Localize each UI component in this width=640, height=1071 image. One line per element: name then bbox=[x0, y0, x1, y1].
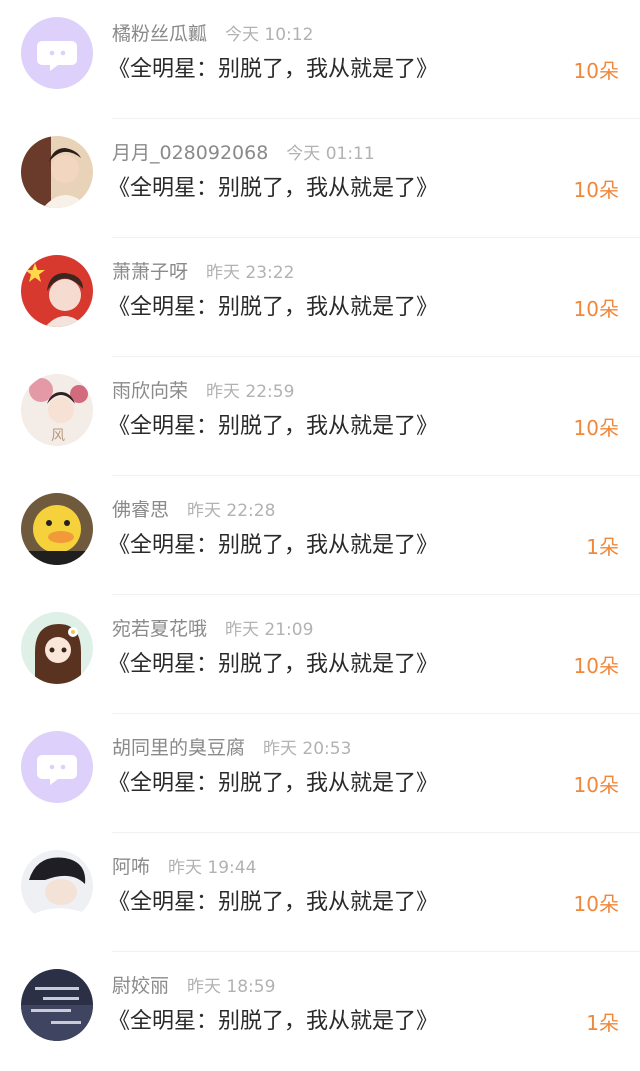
comment-item[interactable]: 尉姣丽 昨天 18:59 《全明星：别脱了，我从就是了》 1朵 bbox=[0, 952, 640, 1071]
default-avatar-icon[interactable] bbox=[21, 731, 93, 803]
user-avatar[interactable] bbox=[21, 255, 93, 327]
comment-meta: 宛若夏花哦 昨天 21:09 bbox=[112, 615, 313, 643]
user-avatar[interactable] bbox=[21, 136, 93, 208]
timestamp: 昨天 23:22 bbox=[206, 263, 295, 283]
username[interactable]: 胡同里的臭豆腐 bbox=[112, 737, 245, 759]
username[interactable]: 月月_028092068 bbox=[112, 142, 268, 164]
username[interactable]: 宛若夏花哦 bbox=[112, 618, 207, 640]
timestamp: 昨天 19:44 bbox=[168, 858, 257, 878]
flower-count: 1朵 bbox=[586, 535, 619, 559]
timestamp: 昨天 18:59 bbox=[187, 977, 276, 997]
comment-item[interactable]: 阿咘 昨天 19:44 《全明星：别脱了，我从就是了》 10朵 bbox=[0, 833, 640, 952]
flower-count: 10朵 bbox=[573, 59, 619, 83]
comment-meta: 胡同里的臭豆腐 昨天 20:53 bbox=[112, 734, 351, 762]
user-avatar[interactable] bbox=[21, 969, 93, 1041]
flower-count: 10朵 bbox=[573, 297, 619, 321]
comment-meta: 佛睿思 昨天 22:28 bbox=[112, 496, 275, 524]
comment-item[interactable]: 月月_028092068 今天 01:11 《全明星：别脱了，我从就是了》 10朵 bbox=[0, 119, 640, 238]
username[interactable]: 佛睿思 bbox=[112, 499, 169, 521]
comment-meta: 雨欣向荣 昨天 22:59 bbox=[112, 377, 294, 405]
comment-text: 《全明星：别脱了，我从就是了》 bbox=[108, 414, 439, 439]
comment-meta: 月月_028092068 今天 01:11 bbox=[112, 139, 375, 167]
timestamp: 今天 10:12 bbox=[225, 25, 314, 45]
flower-count: 10朵 bbox=[573, 178, 619, 202]
flower-count: 10朵 bbox=[573, 654, 619, 678]
default-avatar-icon[interactable] bbox=[21, 17, 93, 89]
comment-text: 《全明星：别脱了，我从就是了》 bbox=[108, 295, 439, 320]
username[interactable]: 尉姣丽 bbox=[112, 975, 169, 997]
comment-item[interactable]: 橘粉丝瓜瓤 今天 10:12 《全明星：别脱了，我从就是了》 10朵 bbox=[0, 0, 640, 119]
flower-count: 1朵 bbox=[586, 1011, 619, 1035]
flower-count: 10朵 bbox=[573, 892, 619, 916]
username[interactable]: 萧萧子呀 bbox=[112, 261, 188, 283]
username[interactable]: 橘粉丝瓜瓤 bbox=[112, 23, 207, 45]
username[interactable]: 阿咘 bbox=[112, 856, 150, 878]
comment-meta: 橘粉丝瓜瓤 今天 10:12 bbox=[112, 20, 313, 48]
user-avatar[interactable] bbox=[21, 493, 93, 565]
comment-item[interactable]: 佛睿思 昨天 22:28 《全明星：别脱了，我从就是了》 1朵 bbox=[0, 476, 640, 595]
comment-meta: 尉姣丽 昨天 18:59 bbox=[112, 972, 275, 1000]
user-avatar[interactable] bbox=[21, 612, 93, 684]
comment-text: 《全明星：别脱了，我从就是了》 bbox=[108, 652, 439, 677]
comment-text: 《全明星：别脱了，我从就是了》 bbox=[108, 890, 439, 915]
comment-text: 《全明星：别脱了，我从就是了》 bbox=[108, 771, 439, 796]
flower-count: 10朵 bbox=[573, 416, 619, 440]
comment-item[interactable]: 萧萧子呀 昨天 23:22 《全明星：别脱了，我从就是了》 10朵 bbox=[0, 238, 640, 357]
svg-text:风: 风 bbox=[51, 428, 65, 444]
comment-item[interactable]: 宛若夏花哦 昨天 21:09 《全明星：别脱了，我从就是了》 10朵 bbox=[0, 595, 640, 714]
flower-count: 10朵 bbox=[573, 773, 619, 797]
timestamp: 昨天 22:59 bbox=[206, 382, 295, 402]
comment-text: 《全明星：别脱了，我从就是了》 bbox=[108, 57, 439, 82]
comment-item[interactable]: 风 雨欣向荣 昨天 22:59 《全明星：别脱了，我从就是了》 10朵 bbox=[0, 357, 640, 476]
comment-text: 《全明星：别脱了，我从就是了》 bbox=[108, 533, 439, 558]
comment-text: 《全明星：别脱了，我从就是了》 bbox=[108, 1009, 439, 1034]
user-avatar[interactable] bbox=[21, 850, 93, 922]
comment-item[interactable]: 胡同里的臭豆腐 昨天 20:53 《全明星：别脱了，我从就是了》 10朵 bbox=[0, 714, 640, 833]
comment-text: 《全明星：别脱了，我从就是了》 bbox=[108, 176, 439, 201]
timestamp: 昨天 21:09 bbox=[225, 620, 314, 640]
username[interactable]: 雨欣向荣 bbox=[112, 380, 188, 402]
comment-meta: 阿咘 昨天 19:44 bbox=[112, 853, 256, 881]
timestamp: 今天 01:11 bbox=[286, 144, 375, 164]
timestamp: 昨天 22:28 bbox=[187, 501, 276, 521]
comment-meta: 萧萧子呀 昨天 23:22 bbox=[112, 258, 294, 286]
timestamp: 昨天 20:53 bbox=[263, 739, 352, 759]
user-avatar[interactable]: 风 bbox=[21, 374, 93, 446]
